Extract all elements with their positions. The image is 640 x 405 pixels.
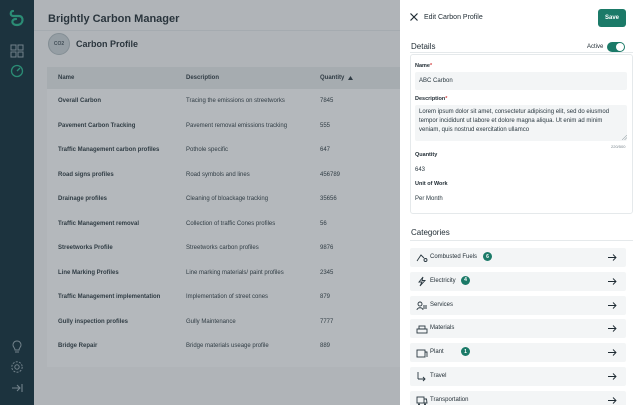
required-asterisk: * [445, 96, 448, 102]
resize-handle-icon[interactable] [622, 135, 627, 140]
arrow-right-icon[interactable] [608, 254, 617, 261]
active-label: Active [587, 44, 604, 50]
edit-carbon-profile-panel: Edit Carbon Profile Save Details Active … [400, 0, 640, 405]
arrow-right-icon[interactable] [608, 325, 617, 333]
arrow-right-icon[interactable] [608, 349, 617, 357]
category-name: Electricity [430, 277, 456, 284]
required-asterisk: * [429, 63, 433, 69]
panel-title: Edit Carbon Profile [424, 14, 483, 21]
details-heading: Details [411, 42, 436, 51]
category-count-badge: 6 [483, 252, 492, 261]
name-field[interactable]: ABC Carbon [415, 72, 627, 90]
quantity-label: Quantity [415, 152, 438, 158]
category-item[interactable]: Electricity 4 [410, 271, 626, 291]
toggle-knob [616, 43, 625, 51]
category-count-badge: 4 [461, 275, 470, 285]
name-label: Name* [415, 63, 433, 69]
category-name: Plant [430, 349, 444, 356]
panel-header: Edit Carbon Profile Save [400, 0, 640, 34]
category-name: Travel [430, 373, 447, 379]
save-button[interactable]: Save [598, 9, 626, 27]
category-item[interactable]: Combusted Fuels 6 [410, 248, 626, 267]
arrow-right-icon[interactable] [608, 277, 617, 285]
category-item[interactable]: Plant 1 [410, 343, 626, 363]
arrow-right-icon[interactable] [608, 396, 617, 404]
unit-of-work-label: Unit of Work [415, 181, 448, 187]
category-name: Combusted Fuels [430, 254, 478, 260]
category-item[interactable]: Travel [410, 367, 626, 386]
materials-icon [416, 325, 428, 334]
details-divider [410, 52, 633, 53]
truck-icon [416, 396, 428, 405]
quantity-value[interactable]: 643 [415, 167, 425, 173]
unit-of-work-value[interactable]: Per Month [415, 196, 443, 202]
categories-divider [410, 240, 633, 241]
details-card: Name* ABC Carbon Description* Lorem ipsu… [410, 54, 633, 214]
arrow-right-icon[interactable] [608, 301, 617, 309]
arrow-right-icon[interactable] [608, 373, 617, 380]
category-count-badge: 1 [461, 347, 470, 357]
travel-icon [417, 372, 426, 382]
categories-heading: Categories [411, 228, 450, 237]
category-name: Transportation [430, 396, 469, 403]
plant-icon [416, 349, 428, 358]
category-item[interactable]: Materials [410, 319, 626, 339]
description-field[interactable]: Lorem ipsum dolor sit amet, consectetur … [415, 105, 627, 141]
category-name: Materials [430, 325, 455, 332]
services-icon [416, 301, 427, 310]
active-toggle-group: Active [587, 42, 626, 52]
active-toggle[interactable] [607, 42, 626, 52]
category-item[interactable]: Transportation [410, 390, 626, 405]
lightning-icon [418, 276, 427, 287]
category-item[interactable]: Services [410, 295, 626, 315]
description-label: Description* [415, 96, 448, 102]
fuel-icon [416, 254, 428, 262]
description-char-count: 220/500 [611, 144, 626, 149]
close-icon[interactable] [410, 13, 418, 21]
category-name: Services [430, 301, 454, 308]
